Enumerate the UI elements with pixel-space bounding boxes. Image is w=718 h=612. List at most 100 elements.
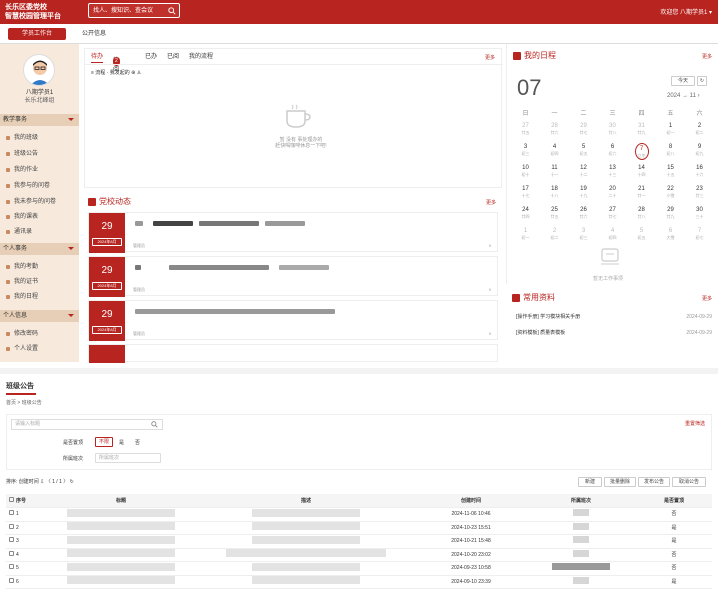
calendar-day[interactable]: 12 十二 <box>569 162 598 183</box>
row-checkbox[interactable] <box>6 548 16 562</box>
month-switcher[interactable]: 2024 → 11 › <box>667 93 700 99</box>
news-card[interactable]: 29 2024年8月 管理员 0 <box>88 256 498 297</box>
table-row[interactable]: 6 2024-09-10 23:39 是 <box>6 575 712 589</box>
breadcrumb[interactable]: 首页 > 班级公告 <box>6 400 42 406</box>
tab-workbench[interactable]: 学员工作台 <box>8 28 66 40</box>
calendar-day[interactable]: 25 廿五 <box>540 204 569 225</box>
row-checkbox[interactable] <box>6 507 16 522</box>
table-row[interactable]: 3 2024-10-21 15:48 是 <box>6 534 712 549</box>
sidebar-item-settings[interactable]: 个人设置 <box>0 343 79 355</box>
filter-option-no[interactable]: 否 <box>135 439 140 446</box>
app-logo[interactable]: 长乐区委党校 智慧校园管理平台 <box>5 3 61 21</box>
sidebar-item-schedule[interactable]: 我的日程 <box>0 291 79 303</box>
calendar-day[interactable]: 30 三十 <box>685 204 714 225</box>
calendar-day[interactable]: 9 初九 <box>685 141 714 162</box>
tab-read[interactable]: 已阅 <box>167 53 179 62</box>
row-title[interactable] <box>46 507 196 522</box>
sidebar-group-personal[interactable]: 个人事务 <box>0 243 79 255</box>
row-title[interactable] <box>46 561 196 576</box>
calendar-day[interactable]: 29 廿九 <box>656 204 685 225</box>
calendar-day[interactable]: 27 廿七 <box>598 204 627 225</box>
sidebar-item-attendance[interactable]: 我的考勤 <box>0 261 79 273</box>
news-card[interactable]: 29 2024年8月 管理员 0 <box>88 300 498 341</box>
table-row[interactable]: 4 2024-10-20 23:02 否 <box>6 548 712 562</box>
reset-filter-link[interactable]: 重置筛选 <box>685 421 705 427</box>
calendar-day[interactable]: 1 初一 <box>511 225 540 246</box>
avatar[interactable] <box>23 54 55 86</box>
calendar-day[interactable]: 1 初一 <box>656 120 685 141</box>
schedule-more-link[interactable]: 更多 <box>702 54 712 60</box>
calendar-day[interactable]: 14 十四 <box>627 162 656 183</box>
today-button[interactable]: 今天 <box>671 76 695 86</box>
table-row[interactable]: 5 2024-09-23 10:58 否 <box>6 561 712 576</box>
row-checkbox[interactable] <box>6 521 16 535</box>
resource-item[interactable]: [资料模板] 质量表模板 <box>516 330 565 337</box>
batch-delete-button[interactable]: 批量删除 <box>604 477 636 487</box>
sidebar-item-class-notice[interactable]: 班级公告 <box>0 148 79 160</box>
cancel-publish-button[interactable]: 取消公告 <box>672 477 706 487</box>
calendar-day[interactable]: 27 廿五 <box>511 120 540 141</box>
calendar-day[interactable]: 6 初六 <box>598 141 627 162</box>
search-icon[interactable] <box>168 7 176 15</box>
row-checkbox[interactable] <box>6 534 16 549</box>
row-title[interactable] <box>46 575 196 589</box>
calendar-day[interactable]: 7 立冬 <box>627 141 656 162</box>
calendar-day[interactable]: 4 初四 <box>540 141 569 162</box>
calendar-day[interactable]: 30 廿八 <box>598 120 627 141</box>
title-search-input[interactable]: 请输入标题 <box>11 419 163 430</box>
calendar-day[interactable]: 23 廿三 <box>685 183 714 204</box>
calendar-day[interactable]: 13 十三 <box>598 162 627 183</box>
row-checkbox[interactable] <box>6 575 16 589</box>
calendar-day[interactable]: 5 初五 <box>627 225 656 246</box>
calendar-day[interactable]: 6 大雪 <box>656 225 685 246</box>
calendar-day[interactable]: 28 廿八 <box>627 204 656 225</box>
filter-option-yes[interactable]: 是 <box>119 439 124 446</box>
user-menu[interactable]: 欢迎您 八期学员1 ▾ <box>660 7 712 16</box>
calendar-day[interactable]: 2 初二 <box>685 120 714 141</box>
sidebar-item-unjoined-surveys[interactable]: 我未参与的问卷 <box>0 196 79 208</box>
todo-toolbar[interactable]: ≡ 流程 · 我发起的 ⊕ ♙ <box>91 69 141 77</box>
row-checkbox[interactable] <box>6 561 16 576</box>
sidebar-item-my-class[interactable]: 我的班级 <box>0 132 79 144</box>
todo-more-link[interactable]: 更多 <box>485 55 495 61</box>
tab-done[interactable]: 已办 <box>145 53 157 62</box>
calendar-day[interactable]: 17 十七 <box>511 183 540 204</box>
refresh-icon[interactable]: ↻ <box>697 76 707 86</box>
calendar-day[interactable]: 5 初五 <box>569 141 598 162</box>
calendar-day[interactable]: 7 初七 <box>685 225 714 246</box>
tab-todo[interactable]: 待办 <box>91 53 104 63</box>
class-select-input[interactable]: 所属班次 <box>95 453 161 463</box>
calendar-day[interactable]: 16 十六 <box>685 162 714 183</box>
filter-option-all[interactable]: 不限 <box>95 437 113 447</box>
calendar-day[interactable]: 10 初十 <box>511 162 540 183</box>
sidebar-item-change-password[interactable]: 修改密码 <box>0 328 79 340</box>
calendar-day[interactable]: 4 初四 <box>598 225 627 246</box>
calendar-day[interactable]: 11 十一 <box>540 162 569 183</box>
search-icon[interactable] <box>151 421 158 428</box>
table-row[interactable]: 2 2024-10-23 15:51 是 <box>6 521 712 535</box>
global-search-input[interactable]: 找人、搜知识、查会议 <box>88 3 180 18</box>
news-card[interactable]: 29 2024年8月 管理员 0 <box>88 212 498 253</box>
select-all-checkbox[interactable] <box>6 494 16 508</box>
sidebar-item-homework[interactable]: 我的作业 <box>0 164 79 176</box>
calendar-day[interactable]: 18 十八 <box>540 183 569 204</box>
calendar-day[interactable]: 20 二十 <box>598 183 627 204</box>
calendar-day[interactable]: 15 十五 <box>656 162 685 183</box>
sidebar-item-contacts[interactable]: 通讯录 <box>0 226 79 238</box>
sort-and-pager[interactable]: 排序: 创建时间 ⇩ 〈 1 / 1 〉 ↻ <box>6 479 74 485</box>
row-title[interactable] <box>46 548 196 562</box>
calendar-day[interactable]: 28 廿六 <box>540 120 569 141</box>
calendar-day[interactable]: 22 小雪 <box>656 183 685 204</box>
calendar-day[interactable]: 3 初三 <box>569 225 598 246</box>
calendar-day[interactable]: 26 廿六 <box>569 204 598 225</box>
resources-more-link[interactable]: 更多 <box>702 296 712 302</box>
sidebar-group-info[interactable]: 个人信息 <box>0 310 79 322</box>
sidebar-group-teaching[interactable]: 教学事务 <box>0 114 79 126</box>
sidebar-item-certificates[interactable]: 我的证书 <box>0 276 79 288</box>
calendar-day[interactable]: 19 十九 <box>569 183 598 204</box>
party-news-more-link[interactable]: 更多 <box>486 200 496 206</box>
sidebar-item-joined-surveys[interactable]: 我参与的问卷 <box>0 180 79 192</box>
calendar-day[interactable]: 21 廿一 <box>627 183 656 204</box>
news-card[interactable] <box>88 344 498 363</box>
row-title[interactable] <box>46 534 196 549</box>
